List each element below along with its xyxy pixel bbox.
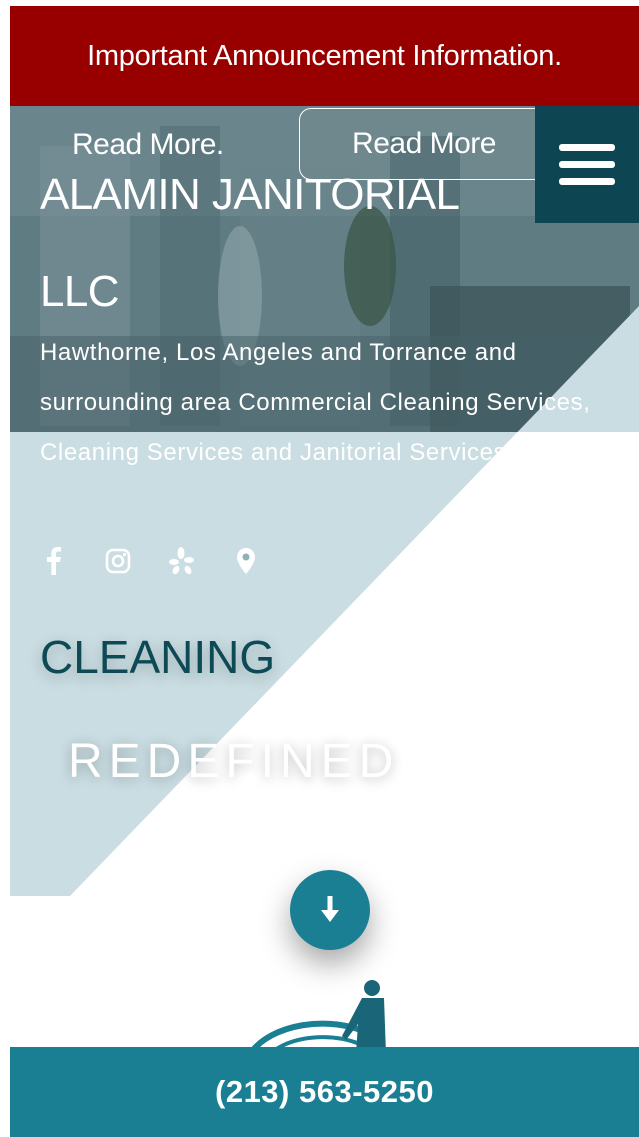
call-phone-bar[interactable]: (213) 563-5250 bbox=[10, 1047, 639, 1137]
hamburger-menu-button[interactable] bbox=[535, 106, 639, 223]
hero-subheadline: REDEFINED bbox=[68, 735, 400, 788]
cleaner-silhouette-icon bbox=[250, 980, 386, 1054]
hamburger-menu-icon-bar bbox=[559, 178, 615, 185]
instagram-icon[interactable] bbox=[104, 546, 132, 576]
site-title-line2: LLC bbox=[40, 267, 120, 316]
announcement-text: Important Announcement Information. bbox=[87, 39, 562, 72]
phone-number: (213) 563-5250 bbox=[215, 1074, 434, 1109]
tagline: Hawthorne, Los Angeles and Torrance and … bbox=[40, 339, 591, 466]
arrow-down-icon bbox=[321, 896, 339, 922]
hero-headline: CLEANING bbox=[40, 631, 276, 683]
site-title-line1: ALAMIN JANITORIAL bbox=[40, 170, 460, 219]
scroll-down-button[interactable] bbox=[290, 870, 370, 950]
site-title[interactable]: ALAMIN JANITORIAL LLC bbox=[40, 146, 560, 340]
social-links bbox=[40, 546, 260, 576]
hamburger-menu-icon-bar bbox=[559, 161, 615, 168]
facebook-icon[interactable] bbox=[40, 546, 68, 576]
yelp-icon[interactable] bbox=[168, 546, 196, 576]
page: Important Announcement Information. Read… bbox=[10, 6, 639, 1137]
announcement-bar[interactable]: Important Announcement Information. bbox=[10, 6, 639, 106]
hamburger-menu-icon bbox=[559, 144, 615, 151]
map-pin-icon[interactable] bbox=[232, 546, 260, 576]
